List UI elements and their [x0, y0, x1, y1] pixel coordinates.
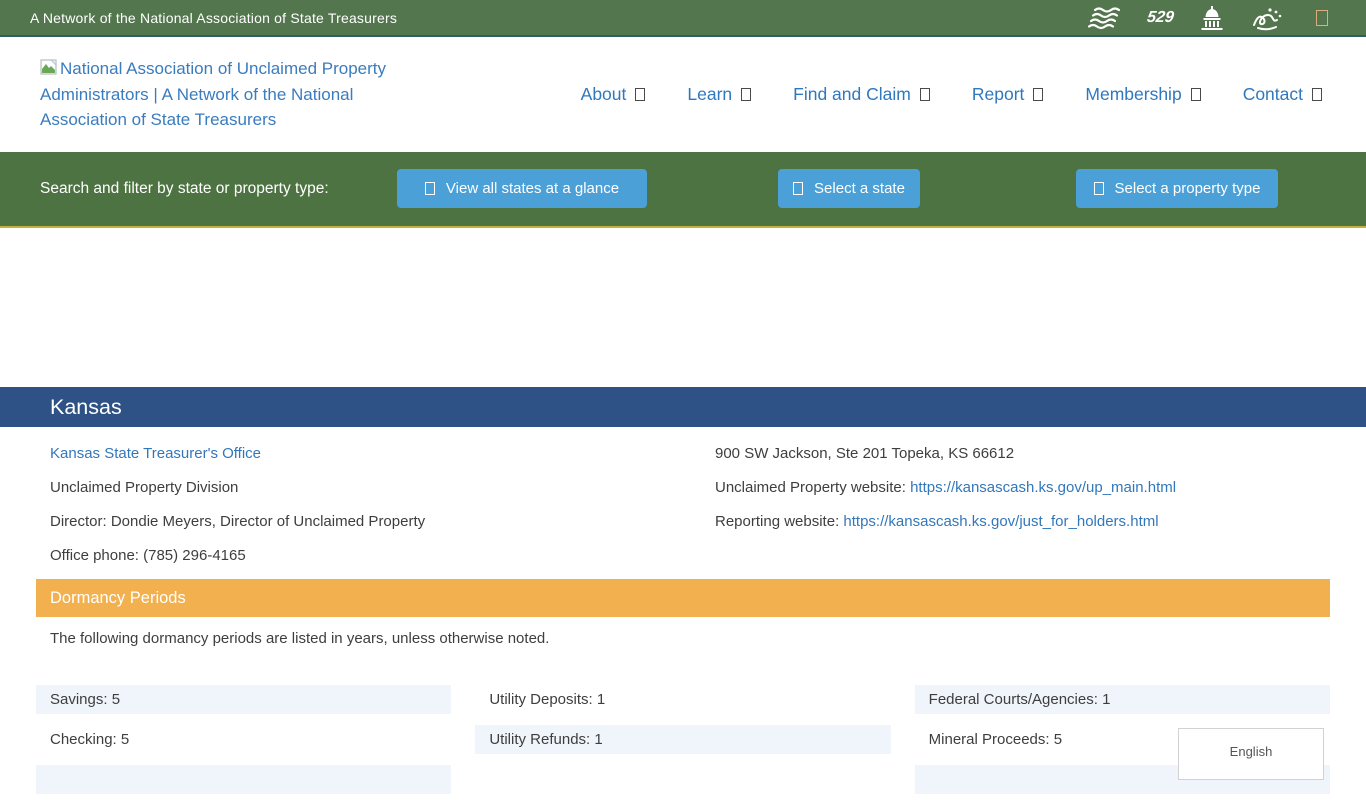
tag-icon: [1094, 182, 1104, 195]
site-logo-link[interactable]: National Association of Unclaimed Proper…: [40, 56, 392, 133]
list-item-partial: [36, 765, 451, 794]
state-name: Kansas: [50, 395, 122, 420]
nav-membership[interactable]: Membership: [1085, 84, 1200, 105]
nav-report[interactable]: Report: [972, 84, 1044, 105]
unclaimed-property-website-row: Unclaimed Property website: https://kans…: [715, 471, 1316, 505]
list-item: Utility Refunds: 1: [475, 725, 890, 754]
dormancy-column-1: Savings: 5 Checking: 5: [36, 685, 451, 805]
select-state-button[interactable]: Select a state: [778, 169, 920, 208]
list-item: Savings: 5: [36, 685, 451, 714]
select-property-type-button[interactable]: Select a property type: [1076, 169, 1278, 208]
capitol-logo-icon[interactable]: [1198, 5, 1226, 31]
contact-right-column: 900 SW Jackson, Ste 201 Topeka, KS 66612…: [715, 437, 1316, 573]
division-text: Unclaimed Property Division: [50, 471, 715, 505]
office-address-text: 900 SW Jackson, Ste 201 Topeka, KS 66612: [715, 437, 1316, 471]
chevron-down-icon: [635, 88, 645, 101]
chevron-down-icon: [741, 88, 751, 101]
partner-logos: 529: [1087, 5, 1328, 31]
office-phone-text: Office phone: (785) 296-4165: [50, 539, 715, 573]
dormancy-note: The following dormancy periods are liste…: [50, 629, 1316, 649]
selected-language: English: [1230, 744, 1273, 759]
state-title-bar: Kansas: [0, 387, 1366, 427]
chevron-down-icon: [1033, 88, 1043, 101]
list-item: Utility Deposits: 1: [475, 685, 890, 714]
topbar: A Network of the National Association of…: [0, 0, 1366, 37]
site-header: National Association of Unclaimed Proper…: [0, 37, 1366, 152]
529-logo-icon[interactable]: 529: [1147, 9, 1174, 27]
contact-left-column: Kansas State Treasurer's Office Unclaime…: [50, 437, 715, 573]
grid-icon: [425, 182, 435, 195]
nav-contact[interactable]: Contact: [1243, 84, 1322, 105]
swirl-logo-icon[interactable]: [1250, 5, 1284, 31]
filter-label: Search and filter by state or property t…: [40, 180, 329, 198]
reporting-website-row: Reporting website: https://kansascash.ks…: [715, 505, 1316, 539]
treasurer-office-link[interactable]: Kansas State Treasurer's Office: [50, 445, 261, 462]
nav-find-and-claim[interactable]: Find and Claim: [793, 84, 930, 105]
broken-image-icon: [40, 59, 58, 76]
list-item: Federal Courts/Agencies: 1: [915, 685, 1330, 714]
network-tagline: A Network of the National Association of…: [30, 10, 397, 26]
logo-alt-text: National Association of Unclaimed Proper…: [40, 59, 386, 129]
dormancy-column-2: Utility Deposits: 1 Utility Refunds: 1: [475, 685, 890, 805]
map-pin-icon: [793, 182, 803, 195]
dormancy-periods-heading: Dormancy Periods: [36, 579, 1330, 617]
dormancy-list: Savings: 5 Checking: 5 Utility Deposits:…: [36, 685, 1330, 805]
content-spacer: [0, 228, 1366, 387]
chevron-down-icon: [920, 88, 930, 101]
state-contact-section: Kansas State Treasurer's Office Unclaime…: [0, 427, 1366, 573]
main-nav: About Learn Find and Claim Report Member…: [581, 84, 1322, 105]
view-all-states-button[interactable]: View all states at a glance: [397, 169, 647, 208]
missing-glyph-icon[interactable]: [1308, 10, 1328, 26]
reporting-website-link[interactable]: https://kansascash.ks.gov/just_for_holde…: [843, 513, 1158, 530]
waves-logo-icon[interactable]: [1087, 5, 1123, 31]
list-item: Checking: 5: [36, 725, 451, 754]
director-text: Director: Dondie Meyers, Director of Unc…: [50, 505, 715, 539]
chevron-down-icon: [1191, 88, 1201, 101]
chevron-down-icon: [1312, 88, 1322, 101]
nav-about[interactable]: About: [581, 84, 646, 105]
unclaimed-property-website-link[interactable]: https://kansascash.ks.gov/up_main.html: [910, 479, 1176, 496]
language-selector[interactable]: English: [1178, 728, 1324, 780]
nav-learn[interactable]: Learn: [687, 84, 751, 105]
state-filter-bar: Search and filter by state or property t…: [0, 152, 1366, 228]
